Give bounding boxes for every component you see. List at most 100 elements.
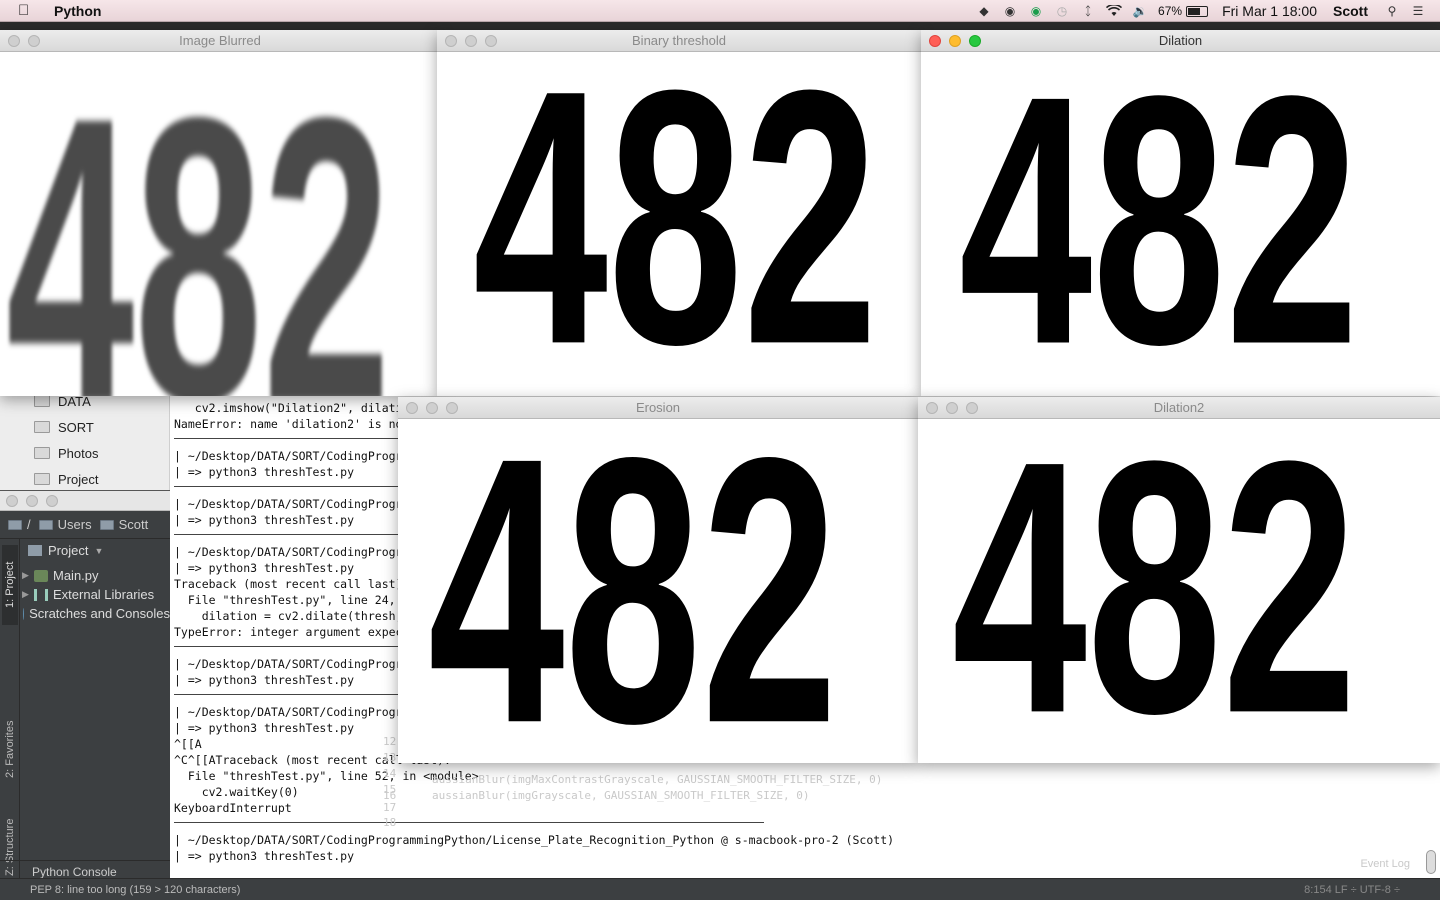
tree-item-label: Scratches and Consoles (29, 606, 170, 621)
terminal-line: cv2.waitKey(0) (174, 785, 299, 799)
ghost-line-number: 13 (383, 751, 397, 764)
breadcrumb-label: / (27, 517, 31, 532)
volume-icon[interactable]: 🔉 (1132, 4, 1148, 18)
terminal-line: | => python3 threshTest.py (174, 673, 355, 687)
image-canvas: 482 (398, 419, 918, 763)
close-button[interactable] (926, 402, 938, 414)
ghost-code-line: aussianBlur(imgGrayscale, GAUSSIAN_SMOOT… (432, 789, 810, 802)
close-button[interactable] (929, 35, 941, 47)
expand-arrow-icon[interactable]: ▶ (22, 570, 34, 581)
bluetooth-icon[interactable]: ᛨ (1080, 4, 1096, 18)
tab-project[interactable]: 1: Project (2, 545, 18, 625)
time-machine-icon[interactable]: ◷ (1054, 4, 1070, 18)
window-erosion[interactable]: Erosion 482 (398, 397, 918, 763)
folder-icon (8, 519, 22, 530)
terminal-line: KeyboardInterrupt (174, 801, 292, 815)
ghost-line-number: 14 (383, 767, 397, 780)
project-view-selector[interactable]: Project ▼ (28, 543, 103, 558)
finder-item-photos[interactable]: Photos (34, 444, 98, 462)
notification-center-icon[interactable]: ☰ (1410, 4, 1426, 18)
image-canvas: 482 (921, 52, 1440, 396)
ghost-line-number: 17 (383, 801, 397, 814)
battery-percent: 67% (1158, 4, 1183, 18)
breadcrumb-scott[interactable]: Scott (99, 517, 148, 532)
window-binary-threshold[interactable]: Binary threshold 482 (437, 30, 921, 396)
library-icon (34, 588, 48, 601)
window-titlebar[interactable]: Binary threshold (437, 30, 921, 52)
zoom-button[interactable] (485, 35, 497, 47)
wifi-icon[interactable] (1106, 4, 1123, 18)
zoom-button[interactable] (969, 35, 981, 47)
project-view-label: Project (48, 543, 89, 558)
ghost-code-line: aussianBlur(imgMaxContrastGrayscale, GAU… (432, 773, 883, 786)
status-message: PEP 8: line too long (159 > 120 characte… (30, 883, 241, 896)
window-titlebar[interactable]: Erosion (398, 397, 918, 419)
tree-item-label: Main.py (53, 568, 99, 583)
tab-favorites[interactable]: 2: Favorites (2, 709, 18, 789)
status-position[interactable]: 8:154 LF ÷ UTF-8 ÷ (1304, 884, 1400, 896)
window-titlebar[interactable]: Dilation2 (918, 397, 1440, 419)
dropbox-icon[interactable]: ◆ (976, 4, 992, 18)
scratches-icon (22, 607, 25, 620)
app-menu-python[interactable]: Python (54, 3, 101, 19)
zoom-button[interactable] (966, 402, 978, 414)
window-image-blurred[interactable]: Image Blurred 482 (0, 30, 440, 396)
finder-item-label: Project (58, 471, 99, 487)
window-title: Erosion (635, 400, 681, 415)
minimize-button[interactable] (949, 35, 961, 47)
apple-icon[interactable]:  (18, 2, 38, 19)
minimize-button[interactable] (28, 35, 40, 47)
window-dilation2[interactable]: Dilation2 482 (918, 397, 1440, 763)
ide-status-bar: PEP 8: line too long (159 > 120 characte… (0, 878, 1440, 900)
close-button[interactable] (445, 35, 457, 47)
window-titlebar[interactable]: Image Blurred (0, 30, 440, 52)
finder-item-sort[interactable]: SORT (34, 418, 94, 436)
battery-icon[interactable] (1186, 5, 1209, 17)
terminal-line: cv2.imshow("Dilation2", dilation2) (174, 401, 431, 415)
close-button[interactable] (406, 402, 418, 414)
console-tab-label: Python Console (32, 864, 117, 879)
window-title: Dilation (1158, 33, 1203, 48)
image-canvas: 482 (437, 52, 921, 396)
close-button[interactable] (8, 35, 20, 47)
spotlight-icon[interactable]: ⚲ (1384, 4, 1400, 18)
folder-icon (34, 473, 50, 485)
window-titlebar[interactable]: Dilation (921, 30, 1440, 52)
folder-icon (38, 519, 53, 530)
zoom-button[interactable] (46, 494, 58, 507)
image-canvas: 482 (918, 419, 1440, 763)
terminal-line: | => python3 threshTest.py (174, 561, 355, 575)
grammarly-icon[interactable]: ◉ (1028, 4, 1044, 18)
breadcrumb-users[interactable]: Users (38, 517, 92, 532)
tree-item-external-libraries[interactable]: ▶ External Libraries (22, 585, 170, 604)
menubar-clock[interactable]: Fri Mar 1 18:00 (1222, 3, 1317, 19)
folder-icon (34, 447, 50, 459)
close-button[interactable] (6, 494, 18, 507)
folder-icon (34, 421, 50, 433)
tree-item-main-py[interactable]: ▶ Main.py (22, 566, 170, 585)
minimize-button[interactable] (946, 402, 958, 414)
zoom-button[interactable] (446, 402, 458, 414)
breadcrumb: / Users Scott (0, 511, 170, 539)
tree-item-scratches[interactable]: Scratches and Consoles (22, 604, 170, 623)
breadcrumb-root[interactable]: / (8, 517, 31, 532)
finder-item-project[interactable]: Project (34, 470, 98, 488)
tree-item-label: External Libraries (53, 587, 155, 602)
terminal-line: ^[[A (174, 737, 202, 751)
dilation2-digits-482: 482 (952, 419, 1357, 763)
terminal-line: | ~/Desktop/DATA/SORT/CodingProgrammingP… (174, 833, 895, 847)
terminal-scrollbar[interactable] (1426, 850, 1436, 874)
menubar-user[interactable]: Scott (1333, 3, 1368, 19)
terminal-line: | => python3 threshTest.py (174, 465, 355, 479)
evernote-icon[interactable]: ◉ (1002, 4, 1018, 18)
window-dilation[interactable]: Dilation 482 (921, 30, 1440, 396)
minimize-button[interactable] (426, 402, 438, 414)
ghost-line-number: 18 (383, 816, 397, 829)
ide-side-tabs: 1: Project 2: Favorites Z: Structure (0, 539, 20, 879)
minimize-button[interactable] (465, 35, 477, 47)
folder-icon (99, 519, 114, 530)
minimize-button[interactable] (26, 494, 38, 507)
terminal-line: | => python3 threshTest.py (174, 849, 355, 863)
event-log-link[interactable]: Event Log (1360, 858, 1410, 870)
expand-arrow-icon[interactable]: ▶ (22, 589, 34, 600)
